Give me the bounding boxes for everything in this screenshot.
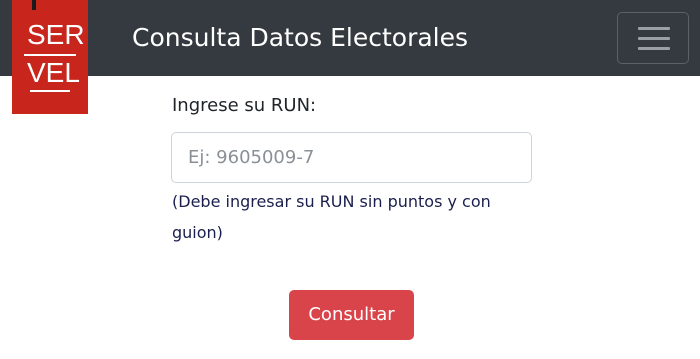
page-title: Consulta Datos Electorales	[132, 23, 469, 52]
run-label: Ingrese su RUN:	[172, 95, 317, 116]
logo-divider	[24, 54, 76, 56]
navbar: Consulta Datos Electorales	[0, 0, 700, 76]
hamburger-menu-icon	[638, 27, 670, 51]
logo-text-line2: VEL	[27, 57, 80, 88]
run-help-text: (Debe ingresar su RUN sin puntos y con g…	[172, 192, 491, 242]
logo-underline	[30, 90, 70, 92]
logo-accent-bar	[32, 0, 36, 10]
logo-text-line1: SER	[27, 19, 85, 50]
navbar-toggler-button[interactable]	[617, 12, 689, 64]
run-input[interactable]	[171, 132, 532, 183]
servel-logo[interactable]: SER VEL	[12, 0, 88, 114]
consultar-button[interactable]: Consultar	[289, 290, 414, 340]
